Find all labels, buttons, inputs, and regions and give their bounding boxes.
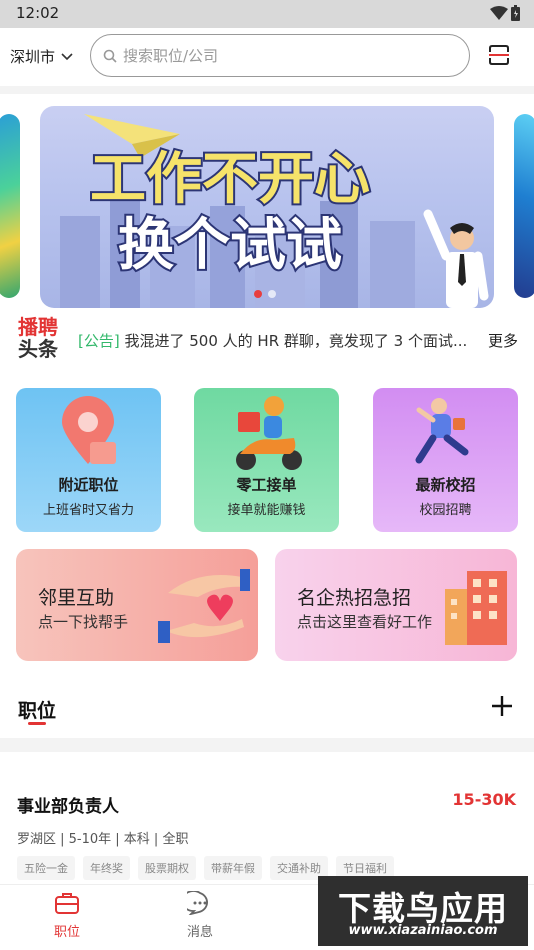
top-employers-card[interactable]: 名企热招急招 点击这里查看好工作 — [275, 549, 517, 661]
headline-content: 我混进了 500 人的 HR 群聊，竟发现了 3 个面试... — [124, 332, 468, 350]
card-title: 最新校招 — [415, 476, 476, 494]
battery-icon — [511, 5, 520, 25]
tab-label: 消息 — [186, 925, 213, 940]
headline-logo: 播聘 头条 — [18, 315, 58, 361]
scan-icon[interactable] — [488, 44, 510, 66]
carousel-indicator — [254, 290, 276, 298]
card-subtitle: 接单就能赚钱 — [227, 503, 306, 518]
benefit-tag: 年终奖 — [83, 856, 130, 880]
job-list-item[interactable]: 事业部负责人 15-30K 罗湖区 | 5-10年 | 本科 | 全职 五险一金… — [0, 770, 534, 882]
benefit-tag: 带薪年假 — [204, 856, 262, 880]
benefit-tag: 五险一金 — [17, 856, 75, 880]
benefit-tag: 股票期权 — [138, 856, 196, 880]
banner-prev-peek[interactable] — [0, 114, 20, 298]
jobs-section-header: 职位 — [0, 680, 534, 730]
svg-text:换个试试: 换个试试 — [118, 213, 342, 278]
job-salary: 15-30K — [452, 790, 516, 809]
banner-slide[interactable]: 工作不开心 换个试试 — [40, 106, 494, 308]
carousel-dot — [268, 290, 276, 298]
nearby-jobs-card[interactable]: 附近职位 上班省时又省力 — [16, 388, 161, 532]
city-label: 深圳市 — [10, 48, 56, 66]
search-box[interactable] — [90, 34, 470, 77]
job-title: 事业部负责人 — [17, 797, 119, 817]
tab-jobs[interactable]: 职位 — [32, 891, 102, 940]
headline-tag: [公告] — [78, 332, 120, 350]
job-meta: 罗湖区 | 5-10年 | 本科 | 全职 — [17, 832, 189, 847]
headline-more-link[interactable]: 更多 — [488, 330, 518, 351]
feature-cards: 邻里互助 点一下找帮手 名企热招急招 点击这里查看好工作 — [16, 549, 518, 661]
section-title: 职位 — [18, 700, 57, 722]
chat-bubble-icon — [181, 890, 208, 916]
chevron-down-icon — [61, 52, 73, 60]
search-icon — [103, 49, 117, 63]
delivery-scooter-icon — [236, 396, 302, 470]
runner-icon — [415, 398, 469, 464]
status-bar: 12:02 — [0, 0, 534, 28]
banner-illustration: 工作不开心 换个试试 — [60, 114, 489, 308]
watermark-logo: 下载鸟应用 www.xiazainiao.com — [318, 876, 528, 946]
gig-orders-card[interactable]: 零工接单 接单就能赚钱 — [194, 388, 339, 532]
card-subtitle: 上班省时又省力 — [42, 503, 134, 518]
briefcase-icon — [55, 893, 79, 914]
card-title: 零工接单 — [236, 476, 297, 494]
section-title-underline — [28, 722, 46, 725]
tab-messages[interactable]: 消息 — [165, 890, 235, 940]
headline-text[interactable]: [公告] 我混进了 500 人的 HR 群聊，竟发现了 3 个面试... — [78, 330, 467, 351]
card-subtitle: 校园招聘 — [419, 503, 472, 518]
helping-hands-icon — [158, 569, 250, 643]
location-pin-icon — [62, 396, 116, 464]
card-title: 名企热招急招 — [297, 587, 412, 609]
carousel-dot-active — [254, 290, 262, 298]
office-building-icon — [445, 571, 507, 645]
top-bar: 深圳市 — [0, 28, 534, 86]
campus-recruit-card[interactable]: 最新校招 校园招聘 — [373, 388, 518, 532]
card-title: 附近职位 — [58, 476, 119, 494]
banner-carousel[interactable]: 工作不开心 换个试试 — [0, 104, 534, 308]
headline-news-bar[interactable]: 播聘 头条 [公告] 我混进了 500 人的 HR 群聊，竟发现了 3 个面试.… — [0, 312, 534, 368]
plus-icon[interactable] — [490, 694, 514, 718]
wifi-icon — [490, 6, 508, 25]
card-title: 邻里互助 — [38, 587, 115, 609]
search-input[interactable] — [123, 46, 423, 65]
tab-label: 职位 — [53, 925, 80, 940]
divider — [0, 738, 534, 752]
divider — [0, 86, 534, 94]
neighbor-help-card[interactable]: 邻里互助 点一下找帮手 — [16, 549, 258, 661]
card-subtitle: 点一下找帮手 — [38, 613, 129, 631]
card-subtitle: 点击这里查看好工作 — [297, 613, 433, 631]
city-selector[interactable]: 深圳市 — [10, 46, 73, 67]
banner-next-peek[interactable] — [514, 114, 534, 298]
quick-entry-grid: 附近职位 上班省时又省力 零工接单 接单就能赚钱 最新校招 校园招聘 — [16, 388, 518, 532]
status-time: 12:02 — [16, 4, 60, 22]
svg-text:工作不开心: 工作不开心 — [90, 147, 370, 212]
